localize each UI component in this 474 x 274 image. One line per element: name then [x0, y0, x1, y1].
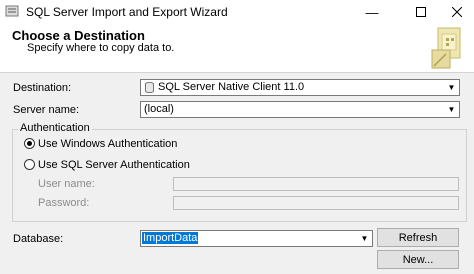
wizard-app-icon	[5, 5, 19, 17]
sql-auth-label[interactable]: Use SQL Server Authentication	[38, 159, 190, 171]
refresh-button[interactable]: Refresh	[377, 228, 459, 247]
username-input[interactable]	[173, 177, 459, 191]
minimize-icon[interactable]: —	[355, 0, 389, 24]
wizard-header: Choose a Destination Specify where to co…	[0, 24, 474, 73]
close-icon[interactable]	[440, 0, 474, 24]
destination-label: Destination:	[13, 82, 72, 94]
window-title: SQL Server Import and Export Wizard	[26, 5, 228, 19]
chevron-down-icon[interactable]: ▼	[444, 102, 459, 117]
chevron-down-icon[interactable]: ▼	[444, 80, 459, 95]
database-value: ImportData	[142, 232, 199, 244]
password-label: Password:	[38, 197, 90, 209]
chevron-down-icon[interactable]: ▼	[357, 231, 372, 246]
sql-auth-radio[interactable]	[24, 159, 35, 170]
destination-dropdown[interactable]: SQL Server Native Client 11.0 ▼	[140, 79, 460, 96]
database-label: Database:	[13, 233, 64, 245]
database-combobox[interactable]: ImportData ▼	[140, 230, 373, 247]
wizard-banner-icon	[431, 27, 461, 69]
database-icon	[145, 82, 154, 93]
new-database-button[interactable]: New...	[377, 250, 459, 269]
username-label: User name:	[38, 178, 95, 190]
page-title: Choose a Destination	[12, 28, 145, 43]
maximize-icon[interactable]	[404, 0, 438, 24]
page-subtitle: Specify where to copy data to.	[27, 42, 175, 54]
server-name-value: (local)	[144, 103, 174, 115]
windows-auth-label[interactable]: Use Windows Authentication	[38, 138, 177, 150]
password-input[interactable]	[173, 196, 459, 210]
authentication-group-label: Authentication	[18, 122, 92, 134]
windows-auth-radio[interactable]	[24, 138, 35, 149]
destination-value: SQL Server Native Client 11.0	[158, 81, 305, 93]
server-name-label: Server name:	[13, 104, 80, 116]
server-name-combobox[interactable]: (local) ▼	[140, 101, 460, 118]
title-bar: SQL Server Import and Export Wizard —	[0, 0, 474, 24]
